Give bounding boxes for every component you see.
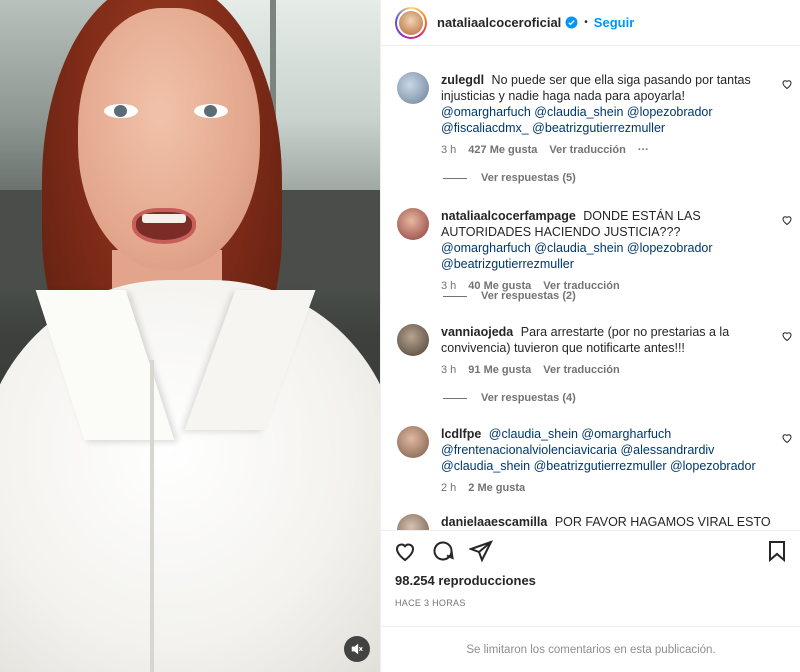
- comment-username[interactable]: zulegdl: [441, 73, 484, 87]
- verified-badge-icon: [565, 16, 578, 29]
- person-eye-left: [104, 104, 138, 118]
- comment-mentions[interactable]: @claudia_shein @omargharfuch @frentenaci…: [441, 427, 756, 473]
- comments-limited-notice: Se limitaron los comentarios en esta pub…: [381, 626, 800, 672]
- comment-body: lcdlfpe @claudia_shein @omargharfuch @fr…: [441, 426, 771, 496]
- view-replies-button[interactable]: Ver respuestas (5): [443, 172, 576, 184]
- comment-meta: 3 h 91 Me gusta Ver traducción: [441, 362, 771, 378]
- view-replies-button[interactable]: Ver respuestas (4): [443, 392, 576, 404]
- speech-bubble-icon[interactable]: [431, 539, 455, 563]
- bookmark-icon[interactable]: [765, 539, 789, 563]
- translate-link[interactable]: Ver traducción: [543, 362, 619, 378]
- comment-meta: 3 h 427 Me gusta Ver traducción ···: [441, 142, 771, 158]
- comment-likes[interactable]: 2 Me gusta: [468, 480, 525, 496]
- replies-label: Ver respuestas (2): [481, 290, 576, 302]
- paper-plane-icon[interactable]: [469, 539, 493, 563]
- comment-text: No puede ser que ella siga pasando por t…: [441, 73, 751, 103]
- views-count[interactable]: 98.254 reproducciones: [381, 573, 800, 588]
- comment-body: danielaaescamilla POR FAVOR HAGAMOS VIRA…: [441, 514, 771, 530]
- comment-time: 3 h: [441, 144, 457, 156]
- post-sidebar: nataliaalcoceroficial • Seguir zulegdl N…: [380, 0, 800, 672]
- video-player[interactable]: [0, 0, 380, 672]
- replies-label: Ver respuestas (5): [481, 172, 576, 184]
- translate-link[interactable]: Ver traducción: [549, 142, 625, 158]
- comment-item: lcdlfpe @claudia_shein @omargharfuch @fr…: [397, 426, 793, 496]
- comment-body: zulegdl No puede ser que ella siga pasan…: [441, 72, 771, 158]
- comment-time: 2 h: [441, 482, 457, 494]
- post-actions-section: 98.254 reproducciones HACE 3 HORAS: [381, 530, 800, 608]
- comment-username[interactable]: nataliaalcocerfampage: [441, 209, 576, 223]
- commenter-avatar[interactable]: [397, 514, 429, 530]
- replies-line: [443, 177, 467, 179]
- comment-time: 3 h: [441, 364, 457, 376]
- comment-body: nataliaalcocerfampage DONDE ESTÁN LAS AU…: [441, 208, 771, 294]
- commenter-avatar[interactable]: [397, 72, 429, 104]
- comment-username[interactable]: danielaaescamilla: [441, 515, 547, 529]
- commenter-avatar[interactable]: [397, 208, 429, 240]
- comments-list[interactable]: zulegdl No puede ser que ella siga pasan…: [381, 46, 800, 530]
- view-replies-button[interactable]: Ver respuestas (2): [443, 290, 576, 302]
- commenter-avatar[interactable]: [397, 426, 429, 458]
- speaker-muted-icon: [351, 643, 363, 655]
- post-timestamp: HACE 3 HORAS: [395, 598, 466, 608]
- replies-label: Ver respuestas (4): [481, 392, 576, 404]
- comment-body: vanniaojeda Para arrestarte (por no pres…: [441, 324, 771, 378]
- heart-outline-icon[interactable]: [781, 432, 793, 444]
- comment-likes[interactable]: 91 Me gusta: [468, 362, 531, 378]
- heart-outline-icon[interactable]: [393, 539, 417, 563]
- post-header: nataliaalcoceroficial • Seguir: [381, 0, 800, 46]
- action-buttons: [381, 531, 800, 571]
- more-options-icon[interactable]: ···: [638, 142, 649, 158]
- heart-outline-icon[interactable]: [781, 214, 793, 226]
- person-mouth: [132, 208, 196, 244]
- person-face: [78, 8, 260, 270]
- comment-item: zulegdl No puede ser que ella siga pasan…: [397, 72, 793, 158]
- comment-mentions[interactable]: @omargharfuch @claudia_shein @lopezobrad…: [441, 241, 713, 271]
- comment-username[interactable]: vanniaojeda: [441, 325, 513, 339]
- replies-line: [443, 397, 467, 399]
- heart-outline-icon[interactable]: [781, 78, 793, 90]
- author-username[interactable]: nataliaalcoceroficial: [437, 15, 561, 30]
- comment-meta: 2 h 2 Me gusta: [441, 480, 771, 496]
- person-eye-right: [194, 104, 228, 118]
- comment-username[interactable]: lcdlfpe: [441, 427, 481, 441]
- author-avatar[interactable]: [395, 6, 427, 39]
- comment-item: nataliaalcocerfampage DONDE ESTÁN LAS AU…: [397, 208, 793, 294]
- replies-line: [443, 295, 467, 297]
- separator-dot: •: [584, 17, 588, 28]
- follow-button[interactable]: Seguir: [594, 15, 634, 30]
- comment-item: vanniaojeda Para arrestarte (por no pres…: [397, 324, 793, 378]
- comment-item: danielaaescamilla POR FAVOR HAGAMOS VIRA…: [397, 514, 793, 530]
- comment-likes[interactable]: 427 Me gusta: [468, 142, 537, 158]
- comment-mentions[interactable]: @omargharfuch @claudia_shein @lopezobrad…: [441, 105, 713, 135]
- heart-outline-icon[interactable]: [781, 330, 793, 342]
- commenter-avatar[interactable]: [397, 324, 429, 356]
- shirt-placket: [150, 360, 154, 672]
- mute-button[interactable]: [344, 636, 370, 662]
